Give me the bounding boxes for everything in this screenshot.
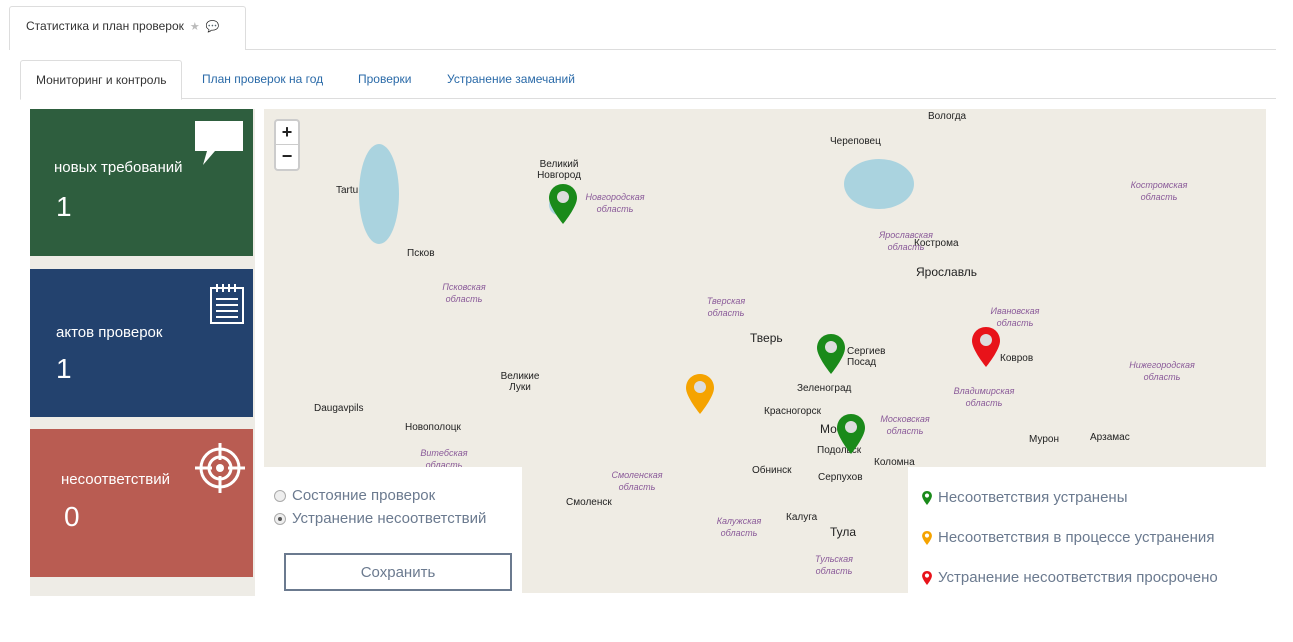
legend-label: Несоответствия устранены — [938, 489, 1128, 506]
tab-bar: Мониторинг и контроль План проверок на г… — [20, 60, 1276, 100]
city-label: Ковров — [1000, 353, 1034, 364]
map-marker-red[interactable] — [972, 327, 1000, 367]
lake — [844, 159, 914, 209]
city-label: Красногорск — [764, 406, 821, 417]
stats-sidebar: новых требований 1 актов проверок 1 несо… — [30, 109, 255, 596]
card-nonconformities[interactable]: несоответствий 0 — [30, 429, 253, 577]
city-label: Ярославль — [916, 265, 978, 279]
radio-remediation[interactable]: Устранение несоответствий — [274, 510, 486, 527]
city-label: Смоленск — [566, 497, 612, 508]
radio-inspection-status[interactable]: Состояние проверок — [274, 487, 435, 504]
tab-plan[interactable]: План проверок на год — [202, 60, 323, 99]
region-label: Костромская область — [1130, 180, 1188, 202]
region-label: Владимирская область — [953, 386, 1015, 408]
map-marker-green[interactable] — [837, 414, 865, 454]
radio-button[interactable] — [274, 512, 286, 525]
marker-orange-icon — [922, 530, 932, 545]
region-label: Ярославская область — [879, 230, 933, 252]
city-label: Daugavpils — [314, 403, 364, 414]
legend-item: Устранение несоответствия просрочено — [922, 569, 1218, 586]
region-label: Смоленская область — [611, 470, 663, 492]
target-icon — [195, 443, 245, 493]
card-acts[interactable]: актов проверок 1 — [30, 269, 253, 417]
city-label: Арзамас — [1090, 432, 1130, 443]
city-label: Обнинск — [752, 465, 792, 476]
tab-monitoring[interactable]: Мониторинг и контроль — [20, 60, 183, 100]
map-mode-panel: Состояние проверок Устранение несоответс… — [264, 467, 522, 593]
star-icon[interactable]: ★ — [190, 21, 200, 33]
city-label: Сергиев Посад — [847, 346, 886, 368]
speech-bubble-icon — [195, 121, 243, 165]
card-label: несоответствий — [61, 471, 170, 488]
city-label: Новополоцк — [405, 422, 461, 433]
region-label: Псковская область — [442, 282, 486, 304]
tab-remediation[interactable]: Устранение замечаний — [447, 60, 575, 99]
radio-label: Устранение несоответствий — [292, 510, 487, 527]
comments-icon[interactable]: 💬 — [206, 21, 220, 33]
region-label: Ивановская область — [990, 306, 1040, 328]
region-label: Нижегородская область — [1129, 360, 1195, 382]
region-label: Московская область — [880, 414, 930, 436]
city-label: Череповец — [830, 136, 881, 147]
radio-label: Состояние проверок — [292, 487, 436, 504]
page-tab[interactable]: Статистика и план проверок ★ 💬 — [9, 6, 246, 50]
tab-inspections[interactable]: Проверки — [358, 60, 412, 99]
city-label: Великие Луки — [500, 371, 540, 393]
card-value: 1 — [56, 191, 72, 222]
region-label: Тульская область — [815, 554, 853, 576]
marker-red-icon — [922, 570, 932, 585]
region-label: Калужская область — [716, 516, 762, 538]
map-marker-green[interactable] — [817, 334, 845, 374]
legend-label: Несоответствия в процессе устранения — [938, 529, 1215, 546]
zoom-in-button[interactable]: + — [276, 121, 298, 145]
card-value: 1 — [56, 353, 72, 384]
city-label: Серпухов — [818, 472, 863, 483]
save-button[interactable]: Сохранить — [284, 553, 512, 591]
card-label: актов проверок — [56, 324, 163, 341]
map-marker-green[interactable] — [549, 184, 577, 224]
city-label: Вологда — [928, 111, 967, 122]
city-label: Тверь — [750, 331, 783, 345]
city-label: Tartu — [336, 185, 359, 196]
city-label: Калуга — [786, 512, 818, 523]
radio-button[interactable] — [274, 489, 286, 502]
notepad-icon — [210, 284, 244, 324]
page-tab-title: Статистика и план проверок — [26, 19, 184, 33]
legend-item: Несоответствия устранены — [922, 489, 1128, 506]
legend-item: Несоответствия в процессе устранения — [922, 529, 1214, 546]
city-label: Зеленоград — [797, 383, 852, 394]
lake — [359, 144, 399, 244]
region-label: Новгородская область — [585, 192, 645, 214]
zoom-out-button[interactable]: − — [276, 145, 298, 169]
card-value: 0 — [64, 501, 80, 532]
card-new-requirements[interactable]: новых требований 1 — [30, 109, 253, 256]
divider — [246, 49, 1276, 50]
map-legend: Несоответствия устранены Несоответствия … — [908, 467, 1266, 593]
card-label: новых требований — [54, 159, 183, 176]
map-marker-orange[interactable] — [686, 374, 714, 414]
city-label: Тула — [830, 525, 857, 539]
city-label: Мурон — [1029, 434, 1059, 445]
marker-green-icon — [922, 490, 932, 505]
zoom-control: + − — [274, 119, 300, 171]
region-label: Тверская область — [706, 296, 746, 318]
legend-label: Устранение несоответствия просрочено — [938, 569, 1218, 586]
city-label: Псков — [407, 248, 435, 259]
city-label: Великий Новгород — [537, 159, 581, 181]
